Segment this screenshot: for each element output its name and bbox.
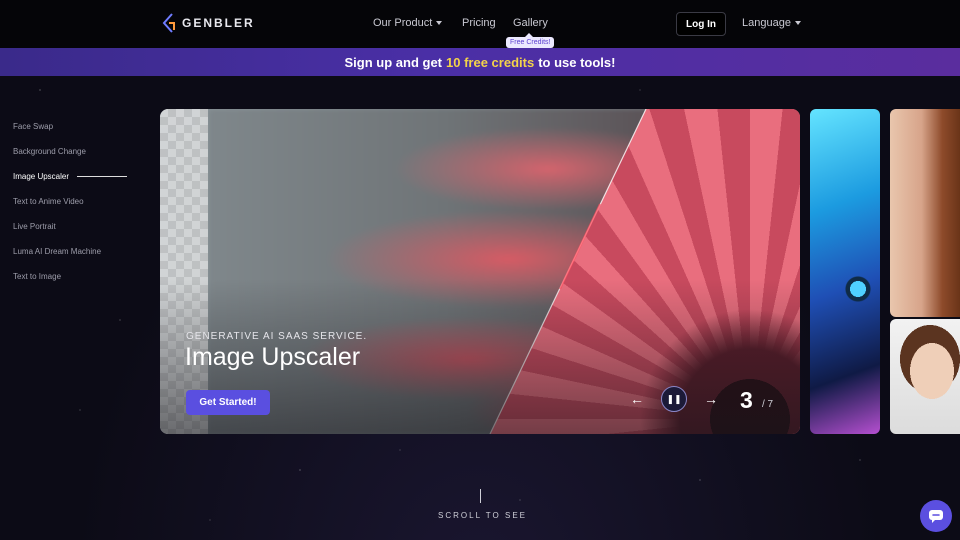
- top-navbar: GENBLER Our Product Pricing Gallery Free…: [0, 0, 960, 48]
- sidebar-item-face-swap[interactable]: Face Swap: [13, 114, 127, 139]
- preview-card-portrait[interactable]: [890, 109, 960, 317]
- chat-icon: [929, 510, 943, 523]
- banner-prefix: Sign up and get: [344, 54, 443, 70]
- banner-highlight: 10 free credits: [446, 54, 535, 70]
- sidebar-item-label: Image Upscaler: [13, 171, 70, 181]
- preview-card-anime[interactable]: [810, 109, 880, 434]
- nav-our-product[interactable]: Our Product: [373, 17, 443, 29]
- nav-pricing[interactable]: Pricing: [462, 17, 496, 29]
- sidebar-item-image-upscaler[interactable]: Image Upscaler: [13, 164, 128, 189]
- chevron-down-icon: [436, 21, 443, 26]
- free-credits-badge: Free Credits!: [506, 33, 555, 48]
- sidebar-item-background-change[interactable]: Background Change: [13, 139, 127, 164]
- scroll-indicator-line: [480, 489, 481, 503]
- banner-suffix: to use tools!: [538, 54, 616, 70]
- nav-language-label: Language: [742, 17, 791, 29]
- sidebar-item-label: Luma AI Dream Machine: [13, 246, 102, 256]
- sidebar-item-label: Text to Image: [13, 271, 62, 281]
- tool-sidebar: Face Swap Background Change Image Upscal…: [13, 120, 128, 295]
- sidebar-item-text-to-anime-video[interactable]: Text to Anime Video: [13, 189, 127, 214]
- active-indicator-line: [77, 176, 128, 177]
- preview-card-live-portrait[interactable]: [890, 319, 960, 434]
- genbler-logo-icon: [162, 13, 175, 33]
- sidebar-item-label: Background Change: [13, 146, 86, 156]
- login-button[interactable]: Log In: [676, 12, 726, 36]
- signup-banner[interactable]: Sign up and get 10 free credits to use t…: [0, 48, 960, 76]
- sidebar-item-label: Live Portrait: [13, 221, 56, 231]
- arrow-left-icon[interactable]: ←: [630, 391, 644, 407]
- pause-icon[interactable]: ❚❚: [661, 386, 687, 412]
- sidebar-item-text-to-image[interactable]: Text to Image: [13, 264, 127, 289]
- sidebar-item-label: Face Swap: [13, 121, 54, 131]
- scroll-hint: SCROLL TO SEE: [438, 511, 527, 520]
- get-started-button[interactable]: Get Started!: [186, 390, 270, 415]
- chevron-down-icon: [794, 21, 801, 26]
- chat-button[interactable]: [920, 500, 952, 532]
- logo[interactable]: GENBLER: [162, 13, 255, 33]
- brand-name: GENBLER: [182, 16, 255, 30]
- arrow-right-icon[interactable]: →: [704, 391, 718, 407]
- sidebar-item-label: Text to Anime Video: [13, 196, 84, 206]
- nav-our-product-label: Our Product: [373, 17, 433, 29]
- nav-language[interactable]: Language: [742, 17, 801, 29]
- hero-title: Image Upscaler: [185, 343, 361, 371]
- sidebar-item-live-portrait[interactable]: Live Portrait: [13, 214, 127, 239]
- hero-kicker: GENERATIVE AI SAAS SERVICE.: [186, 331, 368, 342]
- hero-slide-card: GENERATIVE AI SAAS SERVICE. Image Upscal…: [160, 109, 800, 434]
- nav-gallery[interactable]: Gallery: [513, 17, 548, 29]
- slide-counter-total: / 7: [762, 399, 774, 410]
- sidebar-item-luma-ai-dream-machine[interactable]: Luma AI Dream Machine: [13, 239, 127, 264]
- slide-counter-current: 3: [740, 387, 753, 413]
